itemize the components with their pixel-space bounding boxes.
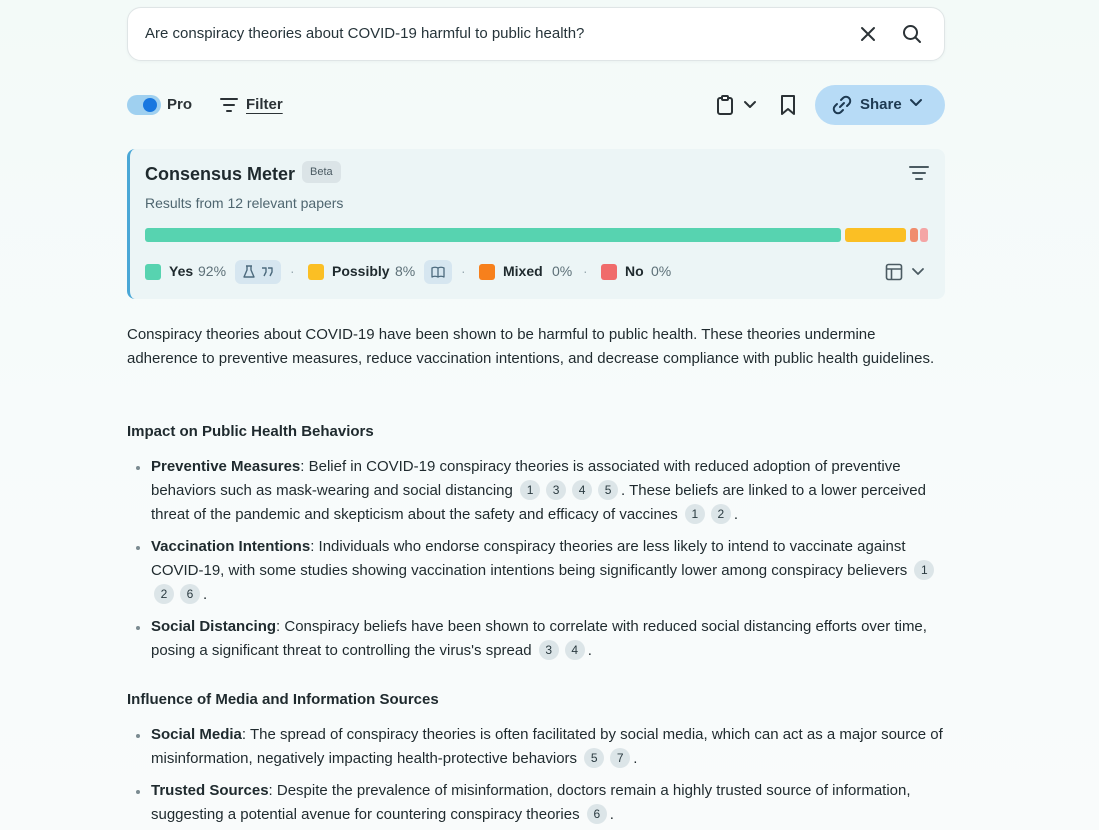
- book-icon: [431, 266, 445, 278]
- yes-swatch: [145, 264, 161, 280]
- legend-label: Mixed: [503, 263, 543, 279]
- bullet-term: Social Media: [151, 726, 242, 743]
- consensus-title: Consensus Meter: [145, 164, 296, 184]
- section-heading: Influence of Media and Information Sourc…: [127, 691, 439, 708]
- beta-badge: Beta: [302, 161, 341, 183]
- legend-percent: 0%: [552, 263, 573, 279]
- pro-toggle[interactable]: [127, 95, 161, 115]
- citation-badge[interactable]: 2: [710, 504, 731, 524]
- link-icon: [832, 95, 852, 115]
- citation-badge[interactable]: 3: [538, 640, 559, 660]
- bullet-term: Vaccination Intentions: [151, 538, 311, 555]
- citation-badge[interactable]: 5: [598, 480, 619, 500]
- citation-badge[interactable]: 4: [564, 640, 585, 660]
- no-swatch: [601, 264, 617, 280]
- list-item: Trusted Sources: Despite the prevalence …: [136, 779, 947, 827]
- citation-badge[interactable]: 6: [180, 584, 200, 604]
- answer-summary: Conspiracy theories about COVID-19 have …: [127, 326, 935, 367]
- toggle-knob: [143, 98, 157, 112]
- copy-dropdown-button[interactable]: [715, 94, 759, 116]
- chevron-down-icon: [910, 99, 922, 106]
- clipboard-icon: [717, 95, 733, 115]
- citation-badge[interactable]: 6: [586, 804, 607, 824]
- search-icon[interactable]: [900, 22, 924, 46]
- citation-badge[interactable]: 7: [610, 748, 631, 768]
- chevron-down-icon: [744, 101, 756, 108]
- citation-badge[interactable]: 5: [584, 748, 605, 768]
- search-bar[interactable]: Are conspiracy theories about COVID-19 h…: [127, 7, 945, 61]
- consensus-bar-mixed: [910, 228, 918, 242]
- legend-separator: ·: [290, 263, 295, 279]
- table-icon: [885, 263, 903, 281]
- mixed-swatch: [479, 264, 495, 280]
- consensus-bar-yes: [145, 228, 841, 242]
- bookmark-icon[interactable]: [777, 94, 799, 116]
- evidence-pill[interactable]: [235, 260, 281, 284]
- quote-icon: [262, 267, 273, 277]
- list-item: Social Media: The spread of conspiracy t…: [136, 723, 947, 771]
- bullet-term: Social Distancing: [151, 618, 277, 635]
- legend-label: Yes: [169, 263, 194, 279]
- list-item: Preventive Measures: Belief in COVID-19 …: [136, 455, 947, 527]
- legend-percent: 92%: [198, 263, 227, 279]
- bullet-term: Trusted Sources: [151, 782, 269, 799]
- citation-badge[interactable]: 1: [684, 504, 705, 524]
- citation-badge[interactable]: 3: [546, 480, 567, 500]
- consensus-meter-card: Consensus Meter Beta Results from 12 rel…: [127, 149, 945, 299]
- consensus-legend: Yes 92% · Possibly 8% · Mixed 0% · No 0%: [145, 260, 935, 284]
- evidence-pill[interactable]: [424, 260, 452, 284]
- filter-icon[interactable]: [908, 163, 930, 183]
- consensus-subtitle: Results from 12 relevant papers: [145, 195, 344, 211]
- citation-badge[interactable]: 1: [520, 480, 541, 500]
- bullet-term: Preventive Measures: [151, 458, 301, 475]
- section-heading: Impact on Public Health Behaviors: [127, 423, 374, 440]
- citation-badge[interactable]: 2: [154, 584, 174, 604]
- consensus-bar-no: [920, 228, 928, 242]
- consensus-bar-possibly: [845, 228, 906, 242]
- search-query[interactable]: Are conspiracy theories about COVID-19 h…: [145, 25, 584, 42]
- citation-badge[interactable]: 4: [572, 480, 593, 500]
- filter-label: Filter: [246, 96, 283, 113]
- legend-separator: ·: [461, 263, 466, 279]
- share-button[interactable]: Share: [815, 85, 945, 125]
- list-item: Social Distancing: Conspiracy beliefs ha…: [136, 615, 947, 663]
- flask-icon: [243, 265, 255, 278]
- share-label: Share: [860, 96, 902, 113]
- legend-percent: 8%: [395, 263, 416, 279]
- citation-badge[interactable]: 1: [914, 560, 935, 580]
- consensus-bar: [145, 228, 930, 242]
- pro-label: Pro: [167, 96, 193, 113]
- filter-icon: [220, 98, 238, 112]
- legend-percent: 0%: [651, 263, 672, 279]
- possibly-swatch: [308, 264, 324, 280]
- chevron-down-icon: [912, 268, 924, 275]
- legend-label: No: [625, 263, 644, 279]
- legend-separator: ·: [583, 263, 588, 279]
- close-icon[interactable]: [856, 22, 880, 46]
- legend-label: Possibly: [332, 263, 390, 279]
- list-item: Vaccination Intentions: Individuals who …: [136, 535, 947, 607]
- toolbar: Pro Filter Share: [127, 84, 945, 126]
